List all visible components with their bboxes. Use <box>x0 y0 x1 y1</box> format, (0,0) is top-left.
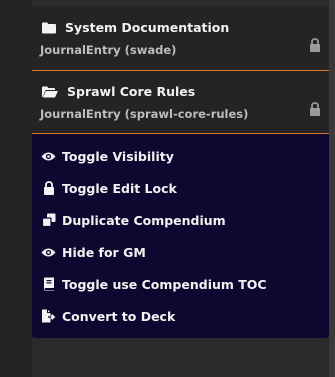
menu-item-toggle-visibility[interactable]: Toggle Visibility <box>32 140 329 172</box>
compendium-entry-system-documentation[interactable]: System Documentation JournalEntry (swade… <box>32 7 329 71</box>
menu-item-toggle-compendium-toc[interactable]: Toggle use Compendium TOC <box>32 268 329 300</box>
lock-icon[interactable] <box>309 102 321 116</box>
lock-icon <box>41 181 56 196</box>
menu-item-hide-for-gm[interactable]: Hide for GM <box>32 236 329 268</box>
entry-title: Sprawl Core Rules <box>67 84 196 99</box>
menu-item-label: Toggle Visibility <box>62 148 174 164</box>
entry-subtitle: JournalEntry (swade) <box>40 43 177 57</box>
copy-icon <box>41 213 56 228</box>
folder-open-icon <box>42 86 58 98</box>
entry-title-row: Sprawl Core Rules <box>42 84 195 99</box>
menu-item-label: Duplicate Compendium <box>62 212 226 228</box>
book-icon <box>41 277 56 292</box>
folder-icon <box>42 22 56 34</box>
file-export-icon <box>41 309 56 324</box>
entry-title-row: System Documentation <box>42 20 229 35</box>
menu-item-duplicate-compendium[interactable]: Duplicate Compendium <box>32 204 329 236</box>
entry-title: System Documentation <box>65 20 230 35</box>
menu-item-convert-to-deck[interactable]: Convert to Deck <box>32 300 329 332</box>
eye-icon <box>41 149 56 164</box>
compendium-entry-sprawl-core-rules[interactable]: Sprawl Core Rules JournalEntry (sprawl-c… <box>32 71 329 134</box>
sidebar-gutter <box>0 0 32 377</box>
eye-icon <box>41 245 56 260</box>
entry-subtitle: JournalEntry (sprawl-core-rules) <box>40 107 249 121</box>
lock-icon[interactable] <box>309 38 321 52</box>
context-menu: Toggle Visibility Toggle Edit Lock Dupli… <box>32 134 329 338</box>
menu-item-label: Convert to Deck <box>62 308 176 324</box>
menu-item-label: Toggle Edit Lock <box>62 180 177 196</box>
menu-item-label: Toggle use Compendium TOC <box>62 276 267 292</box>
menu-item-label: Hide for GM <box>62 244 146 260</box>
scrollbar[interactable] <box>329 0 335 377</box>
compendium-panel: System Documentation JournalEntry (swade… <box>32 7 329 338</box>
menu-item-toggle-edit-lock[interactable]: Toggle Edit Lock <box>32 172 329 204</box>
